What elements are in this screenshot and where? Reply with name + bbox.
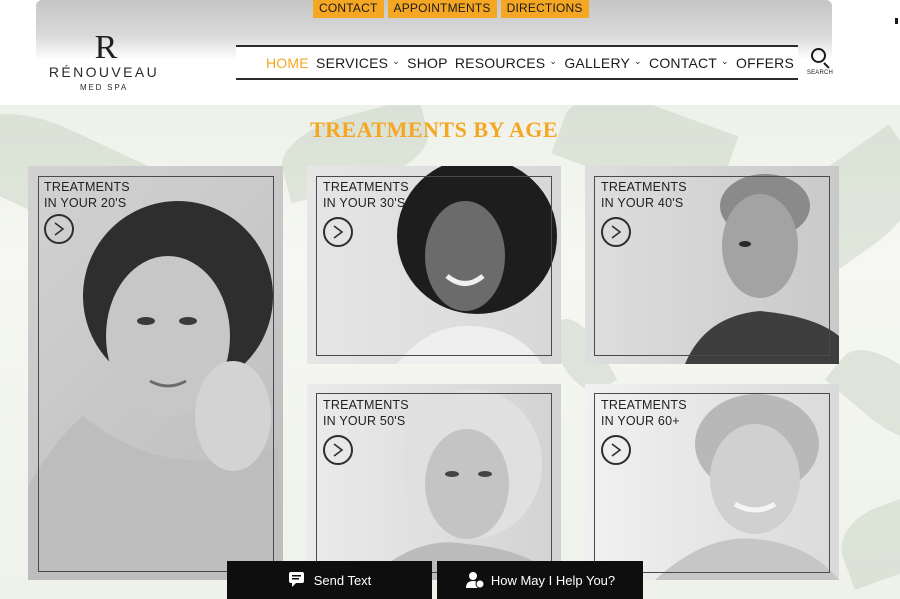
nav-item-label: GALLERY [564,54,631,71]
nav-item-label: SHOP [407,54,448,71]
arrow-right-icon[interactable] [601,217,631,247]
card-label: TREATMENTS IN YOUR 50'S [323,398,409,428]
site-logo[interactable]: R RÉNOUVEAU MED SPA [38,29,170,93]
chevron-down-icon: ⌄ [634,56,642,66]
nav-item-home[interactable]: HOME [266,55,309,71]
nav-item-gallery[interactable]: GALLERY ⌄ [564,55,641,71]
nav-item-label: SERVICES [316,54,389,71]
arrow-right-icon[interactable] [601,435,631,465]
card-treatments-40s[interactable]: TREATMENTS IN YOUR 40'S [585,166,839,364]
main-nav: HOME SERVICES ⌄ SHOP RESOURCES ⌄ GALLERY ⌄ … [236,45,798,80]
chevron-down-icon: ⌄ [721,56,729,66]
nav-item-services[interactable]: SERVICES ⌄ [316,55,400,71]
search-button[interactable]: SEARCH [806,48,834,76]
card-label: TREATMENTS IN YOUR 20'S [44,180,130,210]
scroll-marker [895,18,898,24]
site-header: CONTACT APPOINTMENTS DIRECTIONS R RÉNOUV… [0,0,900,105]
logo-subtitle: MED SPA [79,83,128,92]
topbar-appointments-button[interactable]: APPOINTMENTS [387,0,497,18]
chat-bubble-icon [288,572,304,587]
nav-item-label: RESOURCES [454,54,546,71]
top-action-bar: CONTACT APPOINTMENTS DIRECTIONS [313,0,589,18]
search-label: SEARCH [806,70,834,76]
nav-item-contact[interactable]: CONTACT ⌄ [649,55,729,71]
chevron-down-icon: ⌄ [392,56,400,66]
nav-item-resources[interactable]: RESOURCES ⌄ [455,55,557,71]
nav-item-offers[interactable]: OFFERS [736,55,794,71]
section-title: TREATMENTS BY AGE [309,117,559,142]
help-chat-button[interactable]: How May I Help You? [437,561,643,599]
arrow-right-icon[interactable] [323,435,353,465]
user-support-icon [465,572,485,589]
arrow-right-icon[interactable] [44,214,74,244]
nav-item-label: HOME [266,54,309,71]
send-text-button[interactable]: Send Text [227,561,432,599]
nav-item-shop[interactable]: SHOP [407,55,447,71]
search-icon [810,48,830,69]
topbar-contact-button[interactable]: CONTACT [313,0,384,18]
nav-item-label: CONTACT [649,54,718,71]
chevron-down-icon: ⌄ [549,56,558,66]
logo-name: RÉNOUVEAU [48,64,160,80]
logo-monogram: R [94,29,118,66]
card-treatments-50s[interactable]: TREATMENTS IN YOUR 50'S [307,384,561,580]
card-label: TREATMENTS IN YOUR 40'S [601,180,687,210]
arrow-right-icon[interactable] [323,217,353,247]
help-chat-label: How May I Help You? [490,572,616,588]
card-label: TREATMENTS IN YOUR 30'S [323,180,409,210]
card-label: TREATMENTS IN YOUR 60+ [601,398,687,428]
nav-item-label: OFFERS [736,54,794,71]
card-treatments-20s[interactable]: TREATMENTS IN YOUR 20'S [28,166,283,580]
send-text-label: Send Text [313,572,372,588]
topbar-directions-button[interactable]: DIRECTIONS [500,0,589,18]
card-treatments-60-plus[interactable]: TREATMENTS IN YOUR 60+ [585,384,839,580]
card-treatments-30s[interactable]: TREATMENTS IN YOUR 30'S [307,166,561,364]
